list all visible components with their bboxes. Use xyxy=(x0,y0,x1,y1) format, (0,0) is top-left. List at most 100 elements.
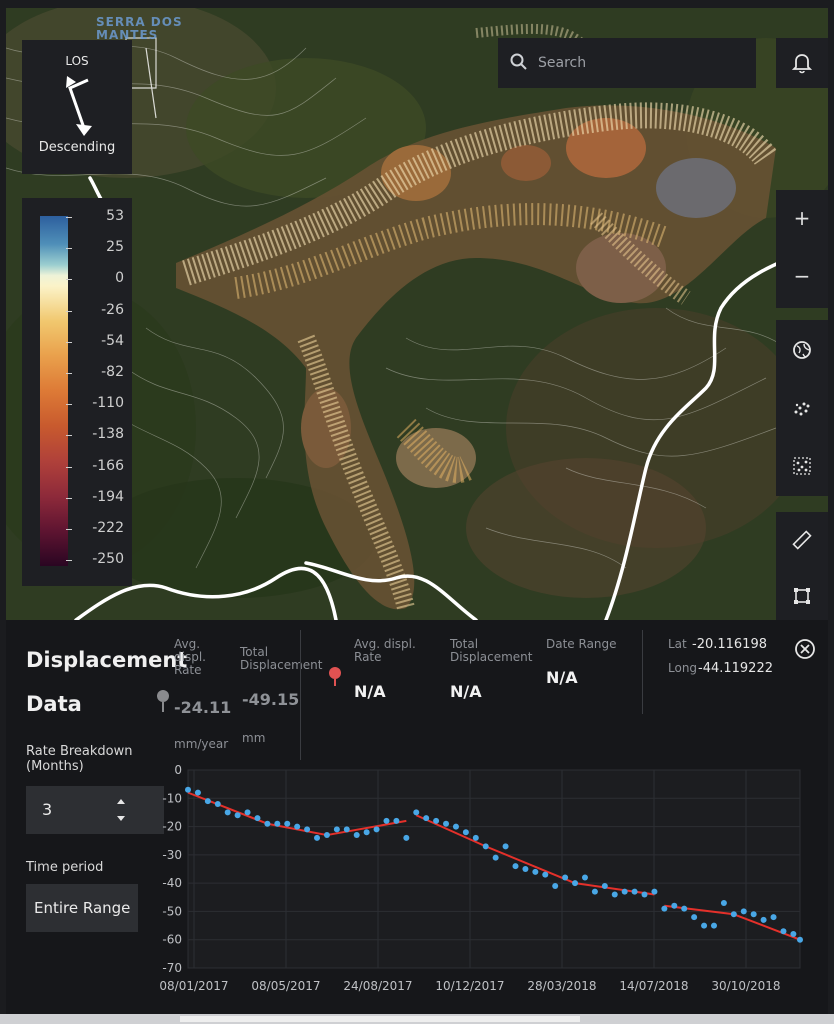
data-point xyxy=(532,868,539,875)
y-tick-label: -30 xyxy=(162,848,182,862)
search-icon xyxy=(510,53,528,75)
plot-area xyxy=(187,769,801,969)
data-point xyxy=(264,820,271,827)
lat-value: -20.116198 xyxy=(692,637,767,652)
data-point xyxy=(294,823,301,830)
data-point xyxy=(780,928,787,935)
rate-breakdown-label: Rate Breakdown (Months) xyxy=(26,744,133,774)
data-point xyxy=(472,834,479,841)
x-tick-label: 10/12/2017 xyxy=(435,979,504,993)
data-point xyxy=(343,826,350,833)
points-layer-button[interactable] xyxy=(776,380,828,436)
stepper-arrows-icon[interactable] xyxy=(116,798,126,822)
y-tick-label: -40 xyxy=(162,876,182,890)
data-point xyxy=(631,888,638,895)
avg-rate-label: Avg. displ. Rate xyxy=(174,637,206,677)
data-point xyxy=(611,891,618,898)
panel-title-line2: Data xyxy=(26,692,82,716)
data-point xyxy=(720,899,727,906)
data-point xyxy=(572,880,579,887)
data-point xyxy=(194,789,201,796)
data-point xyxy=(621,888,628,895)
date-range-value: N/A xyxy=(546,668,578,687)
los-arrow-icon xyxy=(66,76,92,136)
data-point xyxy=(413,809,420,816)
legend-tick-label: -110 xyxy=(66,395,124,411)
data-point xyxy=(443,820,450,827)
search-placeholder[interactable]: Search xyxy=(538,55,586,71)
data-point xyxy=(393,817,400,824)
data-point xyxy=(562,874,569,881)
data-point xyxy=(552,882,559,889)
y-tick-label: -20 xyxy=(162,820,182,834)
data-point xyxy=(641,891,648,898)
data-point xyxy=(383,817,390,824)
data-point xyxy=(797,936,803,943)
avg-rate-unit: mm/year xyxy=(174,737,229,751)
globe-icon xyxy=(793,341,811,359)
compare-total-label: Total Displacement xyxy=(450,637,533,664)
data-point xyxy=(363,829,370,836)
legend-tick-label: -138 xyxy=(66,426,124,442)
data-point xyxy=(333,826,340,833)
data-point xyxy=(234,812,241,819)
scrollbar-thumb[interactable] xyxy=(180,1016,580,1022)
legend-tick-label: -82 xyxy=(66,364,124,380)
legend-tick-label: -26 xyxy=(66,302,124,318)
rate-breakdown-stepper[interactable]: 3 xyxy=(26,786,164,834)
avg-rate-value: -24.11 xyxy=(174,698,232,717)
panel-title: Displacement xyxy=(26,648,188,672)
close-circle-icon[interactable] xyxy=(794,638,816,660)
total-displacement-value: -49.15 xyxy=(242,690,300,709)
displacement-data-panel: Displacement Data Avg. displ. Rate -24.1… xyxy=(6,620,828,1014)
legend-color-bar xyxy=(40,216,68,566)
data-point xyxy=(244,809,251,816)
data-point xyxy=(730,911,737,918)
globe-button[interactable] xyxy=(776,322,828,378)
point-select-button[interactable] xyxy=(776,438,828,494)
data-point xyxy=(373,826,380,833)
date-range-label: Date Range xyxy=(546,637,617,651)
los-indicator: LOS Descending xyxy=(22,40,132,174)
area-select-button[interactable] xyxy=(776,568,828,620)
total-displacement-unit: mm xyxy=(242,731,266,745)
compare-total-value: N/A xyxy=(450,682,482,701)
data-point xyxy=(512,863,519,870)
total-displacement-label: Total Displacement xyxy=(240,645,323,672)
data-point xyxy=(254,815,261,822)
data-point xyxy=(760,916,767,923)
legend-tick-label: -54 xyxy=(66,333,124,349)
y-axis-ticks: 0 -10 -20 -30 -40 -50 -60 -70 xyxy=(162,763,182,975)
zoom-in-button[interactable]: + xyxy=(776,190,828,246)
data-point xyxy=(423,815,430,822)
data-point xyxy=(204,798,211,805)
data-point xyxy=(661,905,668,912)
y-tick-label: -70 xyxy=(162,961,182,975)
y-tick-label: -50 xyxy=(162,904,182,918)
time-period-select[interactable]: Entire Range xyxy=(26,884,138,932)
selected-point-marker-icon xyxy=(157,690,169,712)
measure-distance-button[interactable] xyxy=(776,512,828,568)
x-tick-label: 28/03/2018 xyxy=(527,979,596,993)
search-box[interactable]: Search xyxy=(498,38,756,88)
divider xyxy=(642,630,643,714)
satellite-map[interactable]: SERRA DOS MANTES LOS Descending 53 25 0 -26… xyxy=(6,8,828,620)
displacement-time-series-chart: 0 -10 -20 -30 -40 -50 -60 -70 08/01/2017 08/05/2… xyxy=(159,763,803,993)
legend-tick-label: 25 xyxy=(66,239,124,255)
data-point xyxy=(581,874,588,881)
y-tick-label: -10 xyxy=(162,791,182,805)
bottom-scrollbar[interactable] xyxy=(0,1014,834,1024)
data-point xyxy=(433,817,440,824)
los-label: LOS xyxy=(65,54,89,68)
data-point xyxy=(304,826,311,833)
data-point xyxy=(284,820,291,827)
data-point xyxy=(224,809,231,816)
zoom-out-button[interactable]: − xyxy=(776,248,828,304)
data-point xyxy=(790,931,797,938)
data-point xyxy=(651,888,658,895)
long-value: -44.119222 xyxy=(698,661,773,676)
data-point xyxy=(214,800,221,807)
data-point xyxy=(492,854,499,861)
lat-label: Lat xyxy=(668,637,687,651)
notification-button[interactable] xyxy=(776,38,828,88)
